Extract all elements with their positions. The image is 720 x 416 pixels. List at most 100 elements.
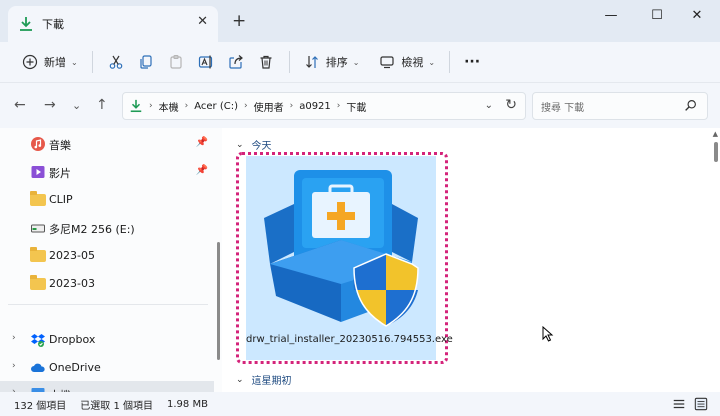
view-label: 檢視 <box>401 56 424 69</box>
group-header-earlier[interactable]: ⌄ 這星期初 <box>236 372 292 388</box>
expand-chevron-icon[interactable]: › <box>12 333 16 343</box>
installer-box-icon <box>264 170 419 327</box>
onedrive-icon <box>30 360 46 376</box>
rename-button[interactable] <box>191 48 221 76</box>
pin-icon: 📌 <box>195 165 208 176</box>
collapse-chevron-icon[interactable]: ⌄ <box>236 140 244 150</box>
refresh-icon[interactable]: ↻ <box>505 97 517 113</box>
sidebar-item-label: Dropbox <box>49 333 96 346</box>
sidebar-item-label: 多尼M2 256 (E:) <box>49 223 135 236</box>
folder-icon <box>30 247 46 264</box>
navigation-pane: 音樂 📌 影片 📌 CLIP 多尼M2 256 (E:) 2023-05 202… <box>0 128 222 392</box>
recent-chevron-icon[interactable]: ⌄ <box>72 99 81 112</box>
toolbar-divider <box>91 51 93 73</box>
forward-arrow-icon[interactable]: → <box>44 97 56 113</box>
sidebar-item-label: CLIP <box>49 193 73 206</box>
cut-button[interactable] <box>101 48 131 76</box>
tab-downloads[interactable]: 下載 ✕ <box>8 6 218 42</box>
breadcrumb-downloads[interactable]: 下載 <box>346 99 366 114</box>
breadcrumb-user[interactable]: a0921 <box>299 101 331 112</box>
sidebar-item-drive-e[interactable]: 多尼M2 256 (E:) <box>0 215 214 241</box>
main-scroll-thumb[interactable] <box>714 142 718 162</box>
new-button[interactable]: 新增 ⌄ <box>16 48 84 76</box>
minimize-button[interactable]: — <box>596 6 626 24</box>
music-icon <box>30 136 46 152</box>
status-bar: 132 個項目 已選取 1 個項目 1.98 MB <box>0 392 720 416</box>
sidebar-item-videos[interactable]: 影片 📌 <box>0 159 214 185</box>
sidebar-item-music[interactable]: 音樂 📌 <box>0 131 214 157</box>
close-tab-icon[interactable]: ✕ <box>197 14 208 29</box>
tiles-view-icon[interactable] <box>694 397 708 411</box>
close-window-button[interactable]: ✕ <box>682 6 712 24</box>
breadcrumb-this-pc[interactable]: 本機 <box>159 99 179 114</box>
delete-button[interactable] <box>251 48 281 76</box>
sidebar-item-label: 音樂 <box>49 139 71 152</box>
file-view: ⌄ 今天 drw_trial_installer_20230516.794553… <box>222 128 720 392</box>
sidebar-item-this-pc[interactable]: › 本機 <box>0 381 214 392</box>
selection-count: 已選取 1 個項目 <box>80 400 153 412</box>
breadcrumb-drive[interactable]: Acer (C:) <box>194 101 238 112</box>
details-view-icon[interactable] <box>672 397 686 411</box>
expand-chevron-icon[interactable]: › <box>12 361 16 371</box>
breadcrumb-separator-icon: › <box>289 101 294 111</box>
file-name: drw_trial_installer_20230516.794553.exe <box>246 334 453 345</box>
new-label: 新增 <box>44 56 66 69</box>
group-header-today[interactable]: ⌄ 今天 <box>236 137 272 153</box>
toolbar-divider <box>449 51 451 73</box>
address-bar[interactable]: › 本機 › Acer (C:) › 使用者 › a0921 › 下載 ⌄ ↻ <box>122 92 526 120</box>
copy-button[interactable] <box>131 48 161 76</box>
sidebar-divider <box>8 304 208 305</box>
sidebar-scrollbar[interactable] <box>214 128 222 392</box>
toolbar-divider <box>288 51 290 73</box>
sidebar-item-onedrive[interactable]: › OneDrive <box>0 355 214 381</box>
breadcrumb-users[interactable]: 使用者 <box>254 99 284 114</box>
navigation-row: ← → ⌄ ↑ › 本機 › Acer (C:) › 使用者 › a0921 ›… <box>0 82 720 128</box>
scissors-icon <box>109 55 123 69</box>
sidebar-scroll-thumb[interactable] <box>217 242 220 360</box>
drive-icon <box>30 220 46 236</box>
file-item-installer[interactable]: drw_trial_installer_20230516.794553.exe <box>246 156 453 360</box>
sidebar-item-label: 2023-05 <box>49 249 95 262</box>
sort-button[interactable]: 排序 ⌄ <box>298 48 366 76</box>
sort-label: 排序 <box>325 56 348 69</box>
dropbox-icon <box>30 332 46 348</box>
search-input[interactable]: 搜尋 下載 <box>532 92 708 120</box>
sidebar-item-label: OneDrive <box>49 361 101 374</box>
view-toggle-group <box>672 397 708 411</box>
maximize-button[interactable]: ☐ <box>642 6 672 24</box>
item-count: 132 個項目 <box>14 400 67 412</box>
collapse-chevron-icon[interactable]: ⌄ <box>236 375 244 385</box>
tab-title: 下載 <box>42 18 64 31</box>
chevron-down-icon: ⌄ <box>428 57 436 67</box>
address-history-chevron-icon[interactable]: ⌄ <box>485 100 493 111</box>
folder-icon <box>30 275 46 292</box>
rename-icon <box>198 55 212 69</box>
trash-icon <box>260 55 272 69</box>
sidebar-item-label: 2023-03 <box>49 277 95 290</box>
sidebar-item-2023-05[interactable]: 2023-05 <box>0 243 214 269</box>
group-title: 今天 <box>251 141 272 152</box>
breadcrumb-separator-icon: › <box>243 101 248 111</box>
breadcrumb-separator-icon: › <box>336 101 341 111</box>
group-title: 這星期初 <box>251 376 292 387</box>
breadcrumb-separator-icon: › <box>184 101 189 111</box>
folder-icon <box>30 191 46 208</box>
new-tab-button[interactable]: + <box>232 11 246 31</box>
sidebar-item-label: 影片 <box>49 167 71 180</box>
share-button[interactable] <box>221 48 251 76</box>
more-options-button[interactable]: ··· <box>458 48 486 76</box>
up-arrow-icon[interactable]: ↑ <box>96 97 108 113</box>
sidebar-item-clip[interactable]: CLIP <box>0 187 214 213</box>
sidebar-item-dropbox[interactable]: › Dropbox <box>0 327 214 353</box>
back-arrow-icon[interactable]: ← <box>14 97 26 113</box>
view-icon <box>380 56 395 69</box>
search-placeholder: 搜尋 下載 <box>541 102 585 114</box>
sidebar-item-2023-03[interactable]: 2023-03 <box>0 271 214 297</box>
chevron-down-icon: ⌄ <box>71 57 78 67</box>
share-icon <box>229 55 243 69</box>
paste-button[interactable] <box>161 48 191 76</box>
command-bar: 新增 ⌄ 排序 ⌄ 檢視 ⌄ ··· <box>0 42 720 82</box>
view-button[interactable]: 檢視 ⌄ <box>373 48 441 76</box>
scroll-up-arrow-icon[interactable]: ▲ <box>713 130 718 138</box>
download-icon <box>18 16 34 32</box>
